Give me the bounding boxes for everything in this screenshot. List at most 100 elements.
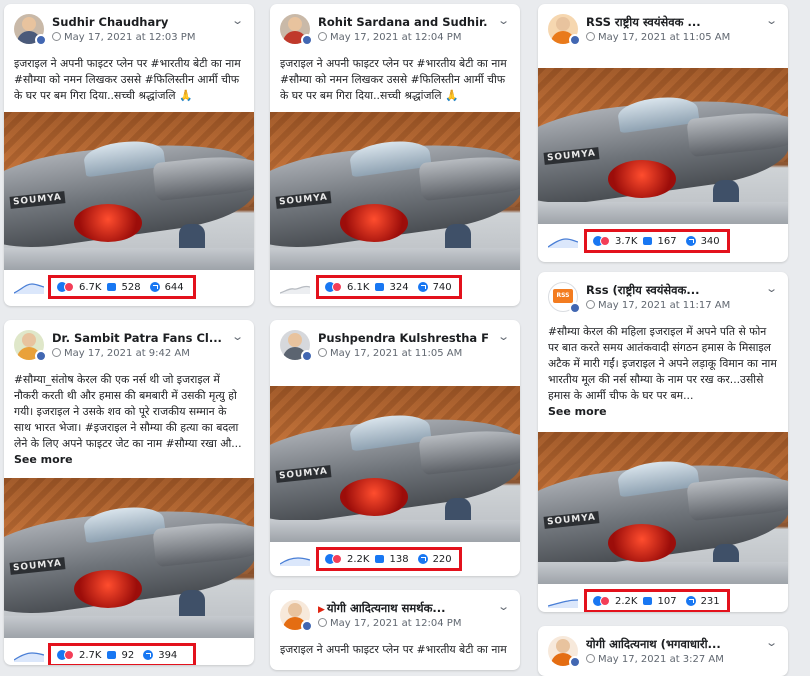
post-card[interactable]: Pushpendra Kulshrestha F... May 17, 2021… [270, 320, 520, 576]
page-name[interactable]: RSS राष्ट्रीय स्वयंसेवक ... [586, 15, 756, 30]
chevron-down-icon[interactable]: ⌄ [765, 14, 778, 27]
chevron-down-icon[interactable]: ⌄ [765, 636, 778, 649]
engagement-stats-highlight: 2.7K 92 394 [48, 643, 196, 665]
shares-stat[interactable]: 394 [143, 650, 177, 661]
post-meta: May 17, 2021 at 12:03 PM [52, 32, 195, 43]
post-date[interactable]: May 17, 2021 at 9:42 AM [64, 348, 190, 359]
reactions-stat[interactable]: 2.7K [57, 650, 101, 661]
comment-icon [375, 283, 385, 291]
chevron-down-icon[interactable]: ⌄ [231, 14, 244, 27]
post-card[interactable]: Rohit Sardana and Sudhir... May 17, 2021… [270, 4, 520, 306]
interaction-sparkline-icon [548, 238, 578, 248]
globe-icon [586, 300, 595, 309]
see-more-link[interactable]: See more [538, 404, 788, 420]
post-image[interactable]: SOUMYA [270, 112, 520, 270]
post-card[interactable]: RSS Rss (राष्ट्रीय स्वयंसेवक... May 17, … [538, 272, 788, 612]
page-name[interactable]: Rohit Sardana and Sudhir... [318, 15, 488, 29]
post-meta: May 17, 2021 at 11:17 AM [586, 300, 730, 311]
interaction-sparkline-icon [14, 283, 44, 294]
comments-count: 167 [657, 235, 677, 247]
post-card[interactable]: योगी आदित्यनाथ (भगवाधारी... May 17, 2021… [538, 626, 788, 676]
post-meta: May 17, 2021 at 12:04 PM [318, 32, 461, 43]
post-header: ▶ योगी आदित्यनाथ समर्थक... May 17, 2021 a… [270, 590, 520, 640]
post-image[interactable]: SOUMYA [538, 68, 788, 224]
post-date[interactable]: May 17, 2021 at 11:17 AM [598, 300, 730, 311]
post-header: Sudhir Chaudhary May 17, 2021 at 12:03 P… [4, 4, 254, 54]
reactions-count: 3.7K [615, 235, 638, 247]
post-date[interactable]: May 17, 2021 at 12:04 PM [330, 32, 461, 43]
page-name[interactable]: Sudhir Chaudhary [52, 15, 222, 29]
facebook-badge-icon [569, 34, 581, 46]
page-name[interactable]: योगी आदित्यनाथ (भगवाधारी... [586, 637, 756, 652]
comments-count: 107 [657, 595, 677, 607]
comments-stat[interactable]: 167 [643, 235, 677, 247]
chevron-down-icon[interactable]: ⌄ [497, 600, 510, 613]
chevron-down-icon[interactable]: ⌄ [231, 330, 244, 343]
post-card[interactable]: Sudhir Chaudhary May 17, 2021 at 12:03 P… [4, 4, 254, 306]
comments-count: 528 [121, 281, 141, 293]
comments-stat[interactable]: 138 [375, 553, 409, 565]
chevron-down-icon[interactable]: ⌄ [497, 330, 510, 343]
comments-stat[interactable]: 92 [107, 650, 134, 661]
facebook-badge-icon [301, 350, 313, 362]
facebook-badge-icon [569, 302, 581, 314]
post-date[interactable]: May 17, 2021 at 12:04 PM [330, 618, 461, 629]
comments-stat[interactable]: 324 [375, 281, 409, 293]
love-reaction-icon [600, 596, 610, 606]
chevron-down-icon[interactable]: ⌄ [765, 282, 778, 295]
interaction-sparkline-icon [280, 285, 310, 294]
globe-icon [318, 32, 327, 41]
reactions-stat[interactable]: 6.1K [325, 282, 369, 293]
globe-icon [318, 348, 327, 357]
shares-count: 394 [158, 649, 178, 661]
engagement-stats-highlight: 6.7K 528 644 [48, 275, 196, 299]
reactions-stat[interactable]: 3.7K [593, 236, 637, 247]
globe-icon [586, 654, 595, 663]
comments-count: 138 [389, 553, 409, 565]
chevron-down-icon[interactable]: ⌄ [497, 14, 510, 27]
engagement-stats-highlight: 2.2K 138 220 [316, 547, 462, 571]
post-image[interactable]: SOUMYA [538, 432, 788, 584]
page-name[interactable]: Rss (राष्ट्रीय स्वयंसेवक... [586, 283, 756, 298]
reactions-stat[interactable]: 6.7K [57, 282, 101, 293]
reactions-stat[interactable]: 2.2K [325, 554, 369, 565]
post-image[interactable]: SOUMYA [4, 112, 254, 270]
love-reaction-icon [64, 282, 74, 292]
page-name[interactable]: Dr. Sambit Patra Fans Cl... [52, 331, 222, 345]
globe-icon [318, 618, 327, 627]
reactions-stat[interactable]: 2.2K [593, 596, 637, 607]
share-icon [417, 554, 428, 564]
comment-icon [643, 597, 653, 605]
page-name[interactable]: ▶ योगी आदित्यनाथ समर्थक... [318, 601, 488, 616]
post-image[interactable]: SOUMYA [270, 386, 520, 542]
post-card[interactable]: ▶ योगी आदित्यनाथ समर्थक... May 17, 2021 a… [270, 590, 520, 670]
post-text: इजराइल ने अपनी फाइटर प्लेन पर #भारतीय बे… [280, 643, 507, 656]
shares-stat[interactable]: 220 [417, 554, 452, 565]
page-name[interactable]: Pushpendra Kulshrestha F... [318, 331, 488, 345]
shares-count: 644 [164, 281, 184, 293]
see-more-link[interactable]: See more [4, 452, 254, 468]
post-card[interactable]: RSS राष्ट्रीय स्वयंसेवक ... May 17, 2021… [538, 4, 788, 262]
post-text: #सौम्या केरल की महिला इजराइल में अपने पत… [548, 325, 777, 402]
post-header: Pushpendra Kulshrestha F... May 17, 2021… [270, 320, 520, 370]
facebook-badge-icon [35, 34, 47, 46]
reactions-count: 2.7K [79, 649, 102, 661]
shares-stat[interactable]: 340 [685, 236, 720, 247]
post-date[interactable]: May 17, 2021 at 11:05 AM [330, 348, 462, 359]
comments-stat[interactable]: 107 [643, 595, 677, 607]
comments-stat[interactable]: 528 [107, 281, 141, 293]
comments-count: 324 [389, 281, 409, 293]
shares-count: 740 [432, 281, 452, 293]
post-date[interactable]: May 17, 2021 at 12:03 PM [64, 32, 195, 43]
shares-stat[interactable]: 231 [685, 596, 720, 607]
shares-stat[interactable]: 740 [417, 281, 452, 293]
shares-stat[interactable]: 644 [149, 281, 184, 293]
post-header: RSS Rss (राष्ट्रीय स्वयंसेवक... May 17, … [538, 272, 788, 322]
reactions-count: 2.2K [615, 595, 638, 607]
post-image[interactable]: SOUMYA [4, 478, 254, 638]
post-card[interactable]: Dr. Sambit Patra Fans Cl... May 17, 2021… [4, 320, 254, 665]
comment-icon [643, 237, 653, 245]
globe-icon [52, 348, 61, 357]
post-date[interactable]: May 17, 2021 at 11:05 AM [598, 32, 730, 43]
post-meta: May 17, 2021 at 11:05 AM [586, 32, 730, 43]
